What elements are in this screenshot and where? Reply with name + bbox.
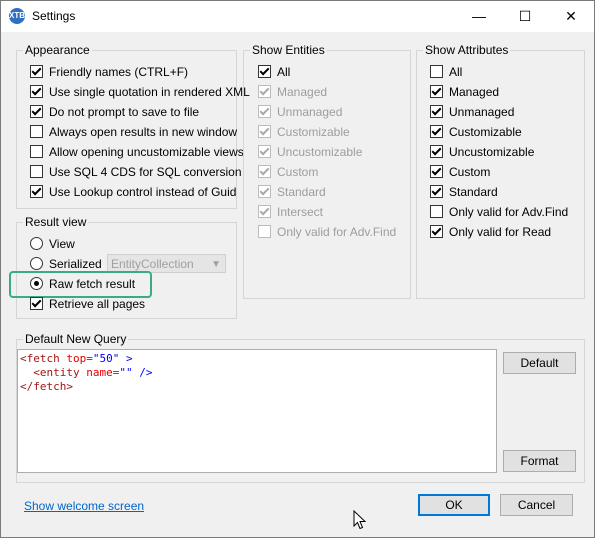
show-welcome-screen-link[interactable]: Show welcome screen — [24, 499, 144, 513]
entities-checkbox-label: Unmanaged — [277, 105, 343, 119]
serialization-format-value: EntityCollection — [111, 257, 194, 271]
attributes-checkbox-box[interactable] — [430, 205, 443, 218]
attributes-checkbox-label: All — [449, 65, 463, 79]
serialized-radio-button[interactable] — [30, 257, 43, 270]
entities-checkbox-label: Only valid for Adv.Find — [277, 225, 397, 239]
retrieve-all-pages-box[interactable] — [30, 297, 43, 310]
query-editor[interactable]: <fetch top="50" > <entity name="" /> </f… — [17, 349, 497, 473]
entities-checkbox-label: All — [277, 65, 291, 79]
appearance-checkbox-box[interactable] — [30, 125, 43, 138]
attributes-checkbox-box[interactable] — [430, 65, 443, 78]
highlight-box — [9, 271, 152, 298]
view-radio-label: View — [49, 237, 75, 251]
entities-checkbox-label: Standard — [277, 185, 326, 199]
attributes-checkbox-box[interactable] — [430, 145, 443, 158]
entities-checkbox-box — [258, 145, 271, 158]
attributes-checkbox-label: Only valid for Read — [449, 225, 552, 239]
app-icon: XTB — [9, 8, 25, 24]
cancel-button[interactable]: Cancel — [500, 494, 573, 516]
ok-button[interactable]: OK — [418, 494, 490, 516]
appearance-checkbox-box[interactable] — [30, 185, 43, 198]
entities-checkbox-box — [258, 225, 271, 238]
mouse-cursor-icon — [353, 510, 367, 530]
maximize-button[interactable]: ☐ — [502, 1, 548, 32]
minimize-button[interactable]: — — [456, 1, 502, 32]
appearance-checkbox-label: Use Lookup control instead of Guid — [49, 185, 237, 199]
attributes-checkbox-box[interactable] — [430, 165, 443, 178]
appearance-legend: Appearance — [23, 43, 92, 57]
entities-checkbox-label: Custom — [277, 165, 319, 179]
serialized-radio-label: Serialized — [49, 257, 102, 271]
window-title: Settings — [32, 9, 76, 23]
close-button[interactable]: ✕ — [548, 1, 594, 32]
appearance-checkbox-label: Use single quotation in rendered XML — [49, 85, 250, 99]
entities-checkbox-label: Managed — [277, 85, 328, 99]
attributes-checkbox-label: Unmanaged — [449, 105, 515, 119]
default-query-legend: Default New Query — [23, 332, 129, 346]
attributes-checkbox-box[interactable] — [430, 105, 443, 118]
entities-checkbox-box — [258, 185, 271, 198]
attributes-checkbox-box[interactable] — [430, 85, 443, 98]
entities-checkbox-box — [258, 165, 271, 178]
appearance-checkbox-label: Use SQL 4 CDS for SQL conversion — [49, 165, 242, 179]
attributes-checkbox-label: Standard — [449, 185, 498, 199]
appearance-checkbox-box[interactable] — [30, 165, 43, 178]
entities-checkbox-box — [258, 85, 271, 98]
attributes-checkbox-box[interactable] — [430, 125, 443, 138]
default-button[interactable]: Default — [503, 352, 576, 374]
chevron-down-icon: ▼ — [211, 259, 221, 270]
appearance-checkbox-label: Allow opening uncustomizable views — [49, 145, 244, 159]
appearance-checkbox-box[interactable] — [30, 85, 43, 98]
code-line-1: <fetch top="50" > — [20, 352, 133, 365]
show-attributes-legend: Show Attributes — [423, 43, 511, 57]
appearance-checkbox-box[interactable] — [30, 105, 43, 118]
appearance-checkbox-label: Friendly names (CTRL+F) — [49, 65, 189, 79]
attributes-checkbox-label: Custom — [449, 165, 491, 179]
code-line-2: <entity name="" /> — [20, 366, 153, 379]
appearance-checkbox-box[interactable] — [30, 65, 43, 78]
entities-checkbox-box — [258, 125, 271, 138]
attributes-checkbox-label: Customizable — [449, 125, 522, 139]
attributes-checkbox-box[interactable] — [430, 185, 443, 198]
entities-checkbox-box — [258, 205, 271, 218]
attributes-checkbox-box[interactable] — [430, 225, 443, 238]
show-entities-legend: Show Entities — [250, 43, 327, 57]
code-line-3: </fetch> — [20, 380, 73, 393]
appearance-checkbox-label: Always open results in new window — [49, 125, 238, 139]
view-radio-button[interactable] — [30, 237, 43, 250]
entities-checkbox-label: Uncustomizable — [277, 145, 363, 159]
entities-checkbox-box — [258, 105, 271, 118]
attributes-checkbox-label: Uncustomizable — [449, 145, 535, 159]
appearance-checkbox-label: Do not prompt to save to file — [49, 105, 200, 119]
entities-checkbox-box[interactable] — [258, 65, 271, 78]
attributes-checkbox-label: Managed — [449, 85, 500, 99]
attributes-checkbox-label: Only valid for Adv.Find — [449, 205, 569, 219]
settings-dialog: XTB Settings — ☐ ✕ Appearance Friendly n… — [0, 0, 595, 538]
format-button[interactable]: Format — [503, 450, 576, 472]
appearance-checkbox-box[interactable] — [30, 145, 43, 158]
retrieve-all-pages-label: Retrieve all pages — [49, 297, 146, 311]
title-bar: XTB Settings — ☐ ✕ — [1, 1, 594, 32]
entities-checkbox-label: Customizable — [277, 125, 350, 139]
result-view-legend: Result view — [23, 215, 89, 229]
entities-checkbox-label: Intersect — [277, 205, 324, 219]
